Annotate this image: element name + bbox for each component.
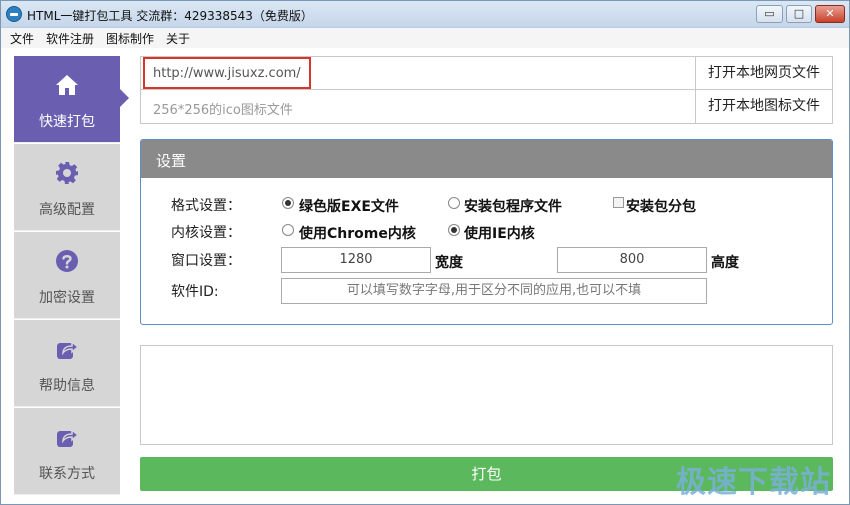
kernel-chrome-radio[interactable]	[282, 224, 294, 236]
sidebar-item-label: 快速打包	[39, 114, 95, 130]
menu-file[interactable]: 文件	[10, 30, 34, 47]
output-log-area[interactable]	[140, 345, 833, 445]
menu-icon-maker[interactable]: 图标制作	[106, 30, 154, 47]
maximize-button[interactable]: □	[786, 5, 812, 23]
height-input[interactable]: 800	[557, 247, 707, 273]
kernel-ie-radio[interactable]	[448, 224, 460, 236]
icon-file-input[interactable]: 256*256的ico图标文件	[140, 90, 696, 124]
watermark: 极速下载站	[676, 465, 831, 500]
kernel-label: 内核设置：	[171, 225, 241, 241]
sidebar-item-encryption[interactable]: 加密设置	[14, 232, 120, 319]
width-label: 宽度	[435, 255, 463, 271]
height-label: 高度	[711, 255, 739, 271]
question-icon	[56, 250, 78, 272]
sidebar: 快速打包 高级配置 加密设置 帮助信息 联系方式	[14, 56, 129, 496]
width-input[interactable]: 1280	[281, 247, 431, 273]
minimize-button[interactable]: ▭	[756, 5, 783, 23]
menu-about[interactable]: 关于	[166, 30, 190, 47]
sidebar-item-label: 高级配置	[39, 202, 95, 218]
sidebar-item-label: 联系方式	[39, 466, 95, 482]
format-green-exe-label[interactable]: 绿色版EXE文件	[299, 196, 399, 216]
sidebar-item-advanced[interactable]: 高级配置	[14, 144, 120, 231]
kernel-chrome-label[interactable]: 使用Chrome内核	[299, 223, 416, 243]
gear-icon	[56, 162, 78, 184]
software-id-label: 软件ID:	[171, 284, 219, 300]
sidebar-item-quick-pack[interactable]: 快速打包	[14, 56, 129, 143]
split-package-label[interactable]: 安装包分包	[626, 196, 696, 216]
sidebar-item-label: 加密设置	[39, 290, 95, 306]
open-local-web-button[interactable]: 打开本地网页文件	[695, 56, 833, 90]
app-icon	[6, 6, 22, 22]
app-window: HTML一键打包工具 交流群：429338543（免费版） ▭ □ ✕ 文件 软…	[0, 0, 850, 505]
icon-file-placeholder: 256*256的ico图标文件	[153, 103, 293, 118]
settings-panel: 设置 格式设置： 绿色版EXE文件 安装包程序文件 安装包分包 内核设置： 使用…	[140, 139, 833, 325]
sidebar-item-contact[interactable]: 联系方式	[14, 408, 120, 495]
sidebar-item-help[interactable]: 帮助信息	[14, 320, 120, 407]
sidebar-item-label: 帮助信息	[39, 378, 95, 394]
active-indicator	[120, 89, 129, 107]
format-installer-label[interactable]: 安装包程序文件	[464, 196, 562, 216]
menu-bar: 文件 软件注册 图标制作 关于	[1, 28, 849, 48]
window-size-label: 窗口设置：	[171, 253, 241, 269]
software-id-input[interactable]: 可以填写数字字母,用于区分不同的应用,也可以不填	[281, 278, 707, 304]
settings-header: 设置	[141, 140, 832, 178]
close-button[interactable]: ✕	[815, 5, 845, 23]
open-local-icon-button[interactable]: 打开本地图标文件	[695, 90, 833, 124]
kernel-ie-label[interactable]: 使用IE内核	[464, 223, 535, 243]
share-icon	[57, 340, 79, 359]
url-input[interactable]: http://www.jisuxz.com/	[140, 56, 696, 90]
split-package-checkbox[interactable]	[613, 197, 624, 208]
title-bar: HTML一键打包工具 交流群：429338543（免费版） ▭ □ ✕	[1, 1, 849, 28]
menu-register[interactable]: 软件注册	[46, 30, 94, 47]
format-installer-radio[interactable]	[448, 197, 460, 209]
format-green-exe-radio[interactable]	[282, 197, 294, 209]
url-input-value: http://www.jisuxz.com/	[153, 66, 301, 81]
format-label: 格式设置：	[171, 198, 241, 214]
window-title: HTML一键打包工具 交流群：429338543（免费版）	[27, 9, 313, 23]
settings-title: 设置	[156, 152, 187, 170]
home-icon	[56, 75, 78, 95]
share-icon	[57, 428, 79, 447]
